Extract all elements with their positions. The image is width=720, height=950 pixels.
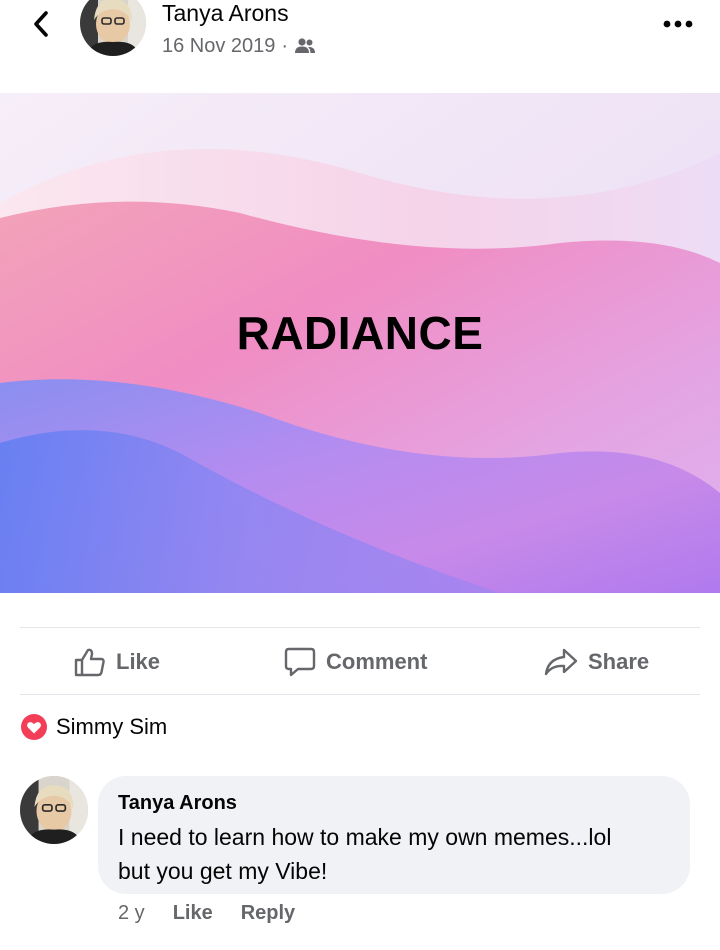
post-image-text: RADIANCE	[236, 307, 484, 359]
chevron-left-icon	[34, 11, 48, 37]
comment-like-button[interactable]: Like	[173, 902, 213, 925]
like-label: Like	[116, 649, 161, 674]
more-dots-icon	[663, 20, 693, 28]
author-avatar[interactable]	[80, 0, 146, 56]
comment-text-line: I need to learn how to make my own memes…	[118, 824, 612, 850]
post-meta: 16 Nov 2019 ·	[162, 33, 316, 59]
reactions-row[interactable]: Simmy Sim	[20, 713, 167, 741]
divider-bottom	[20, 694, 700, 695]
avatar-photo	[80, 0, 146, 56]
comment-bubble[interactable]: Tanya Arons I need to learn how to make …	[98, 776, 690, 894]
like-button[interactable]: Like	[74, 640, 160, 684]
comment-text-line: but you get my Vibe!	[118, 858, 328, 884]
comment-author[interactable]: Tanya Arons	[118, 790, 670, 816]
comment-time[interactable]: 2 y	[118, 902, 145, 925]
friends-icon[interactable]	[294, 37, 316, 55]
comment-bubble-icon	[284, 647, 316, 677]
divider-top	[20, 627, 700, 628]
comment-label: Comment	[326, 649, 428, 674]
share-arrow-icon	[544, 648, 578, 676]
author-name[interactable]: Tanya Arons	[162, 0, 289, 28]
love-reaction-icon	[21, 714, 47, 740]
comment-button[interactable]: Comment	[284, 640, 427, 684]
share-label: Share	[588, 649, 650, 674]
commenter-avatar[interactable]	[20, 776, 88, 844]
share-button[interactable]: Share	[544, 640, 649, 684]
thumbs-up-icon	[74, 648, 105, 677]
avatar-photo	[20, 776, 88, 844]
comment-reply-button[interactable]: Reply	[241, 902, 295, 925]
more-options-button[interactable]	[660, 6, 696, 42]
reactor-name: Simmy Sim	[56, 714, 168, 739]
back-button[interactable]	[26, 6, 56, 42]
meta-separator: ·	[281, 35, 289, 57]
post-header: Tanya Arons 16 Nov 2019 ·	[0, 0, 720, 92]
post-date[interactable]: 16 Nov 2019	[162, 33, 275, 59]
comment-actions: 2 y Like Reply	[118, 902, 295, 925]
comment-text: I need to learn how to make my own memes…	[118, 820, 670, 888]
